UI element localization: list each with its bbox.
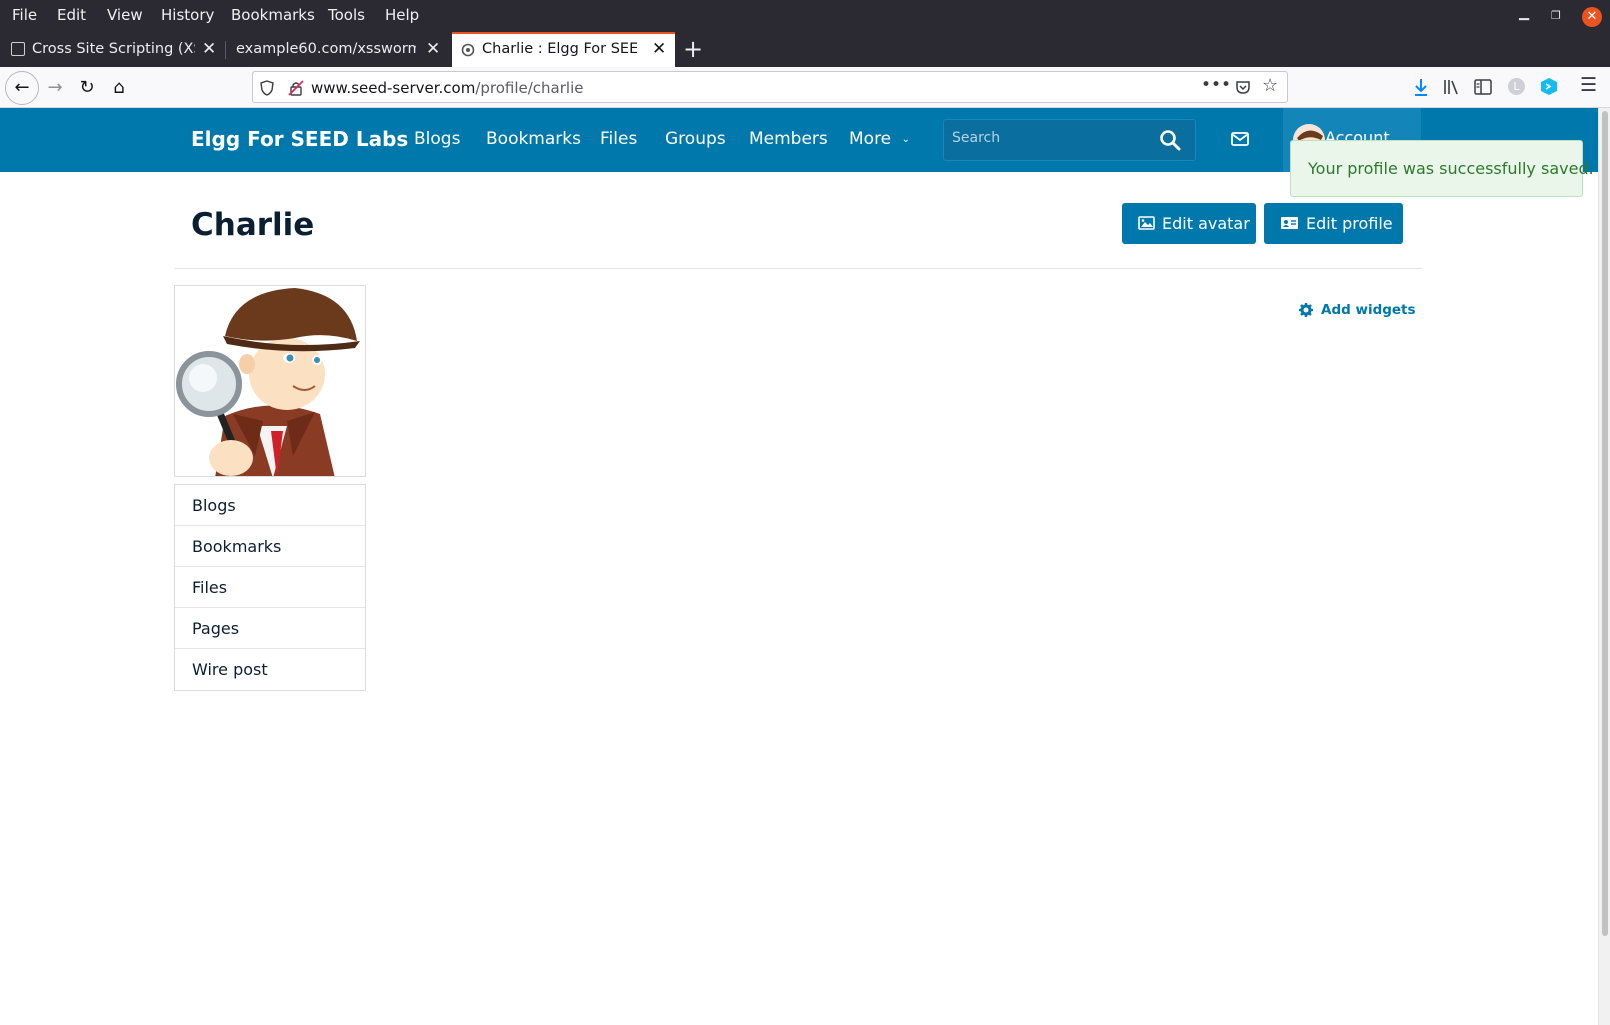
- image-icon: [1138, 216, 1155, 230]
- tab-close-icon[interactable]: ✕: [652, 39, 666, 59]
- insecure-lock-icon[interactable]: [288, 80, 304, 96]
- extension-icon[interactable]: [1540, 77, 1558, 96]
- owner-menu-pages[interactable]: Pages: [175, 608, 365, 649]
- menu-edit[interactable]: Edit: [57, 6, 86, 24]
- sidebar-icon[interactable]: [1474, 79, 1492, 95]
- id-card-icon: [1281, 217, 1298, 229]
- add-widgets-label: Add widgets: [1321, 302, 1416, 318]
- owner-menu-blogs[interactable]: Blogs: [175, 485, 365, 526]
- nav-more-label: More: [849, 129, 892, 149]
- navigation-toolbar: ← → ↻ ⌂ www.seed-server.com/profile/char…: [0, 67, 1610, 108]
- menu-bookmarks[interactable]: Bookmarks: [231, 6, 315, 24]
- search-icon[interactable]: [1159, 129, 1181, 151]
- scrollbar-thumb[interactable]: [1602, 111, 1608, 936]
- shield-icon[interactable]: [260, 80, 274, 96]
- mail-icon[interactable]: [1230, 130, 1250, 148]
- tab-title: Cross Site Scripting (XSS: [32, 41, 195, 57]
- nav-groups[interactable]: Groups: [665, 129, 726, 149]
- restore-icon[interactable]: ❐: [1551, 9, 1561, 29]
- url-text[interactable]: www.seed-server.com/profile/charlie: [311, 79, 583, 97]
- download-icon[interactable]: [1412, 77, 1430, 97]
- menu-file[interactable]: File: [12, 6, 37, 24]
- gear-icon: [1299, 303, 1313, 317]
- toast-message: Your profile was successfully saved.: [1308, 159, 1594, 178]
- owner-menu-bookmarks[interactable]: Bookmarks: [175, 526, 365, 567]
- menu-tools[interactable]: Tools: [328, 6, 365, 24]
- account-icon[interactable]: L: [1508, 78, 1525, 95]
- nav-blogs[interactable]: Blogs: [414, 129, 460, 149]
- nav-members[interactable]: Members: [749, 129, 828, 149]
- site-brand[interactable]: Elgg For SEED Labs: [191, 127, 408, 151]
- edit-profile-button[interactable]: Edit profile: [1264, 203, 1403, 244]
- more-icon[interactable]: •••: [1201, 75, 1231, 95]
- nav-files[interactable]: Files: [600, 129, 637, 149]
- header-divider: [174, 268, 1422, 269]
- forward-icon[interactable]: →: [40, 73, 70, 103]
- tab-close-icon[interactable]: ✕: [426, 39, 440, 59]
- success-toast[interactable]: Your profile was successfully saved.: [1290, 140, 1594, 197]
- search-input[interactable]: [952, 130, 1152, 146]
- tab-charlie-profile[interactable]: Charlie : Elgg For SEED La ✕: [452, 32, 675, 67]
- tab-title: Charlie : Elgg For SEED La: [482, 41, 637, 57]
- menu-help[interactable]: Help: [385, 6, 419, 24]
- owner-menu-wire-post[interactable]: Wire post: [175, 649, 365, 690]
- tab-xssworm[interactable]: example60.com/xssworm.js ✕: [226, 32, 450, 67]
- reload-icon[interactable]: ↻: [72, 73, 102, 103]
- window-close-icon[interactable]: ✕: [1582, 7, 1602, 27]
- owner-menu-files[interactable]: Files: [175, 567, 365, 608]
- page-title: Charlie: [191, 207, 315, 243]
- home-icon[interactable]: ⌂: [104, 73, 134, 103]
- chevron-down-icon: ⌄: [901, 134, 910, 145]
- nav-bookmarks[interactable]: Bookmarks: [486, 129, 581, 149]
- pocket-icon[interactable]: [1235, 80, 1251, 95]
- hamburger-icon[interactable]: ☰: [1580, 74, 1597, 96]
- url-bar[interactable]: www.seed-server.com/profile/charlie ••• …: [252, 71, 1288, 103]
- page-scrollbar[interactable]: [1598, 108, 1610, 1025]
- detective-avatar-image: [175, 286, 365, 476]
- nav-more[interactable]: More ⌄: [849, 129, 910, 149]
- back-icon[interactable]: ←: [5, 71, 39, 105]
- menu-view[interactable]: View: [107, 6, 143, 24]
- profile-avatar[interactable]: [174, 285, 366, 477]
- menu-history[interactable]: History: [161, 6, 214, 24]
- tab-title: example60.com/xssworm.js: [236, 41, 416, 57]
- page-icon: [11, 42, 25, 56]
- search-box: [943, 119, 1196, 161]
- owner-block-menu: Blogs Bookmarks Files Pages Wire post: [174, 484, 366, 691]
- tab-bar: Cross Site Scripting (XSS ✕ example60.co…: [0, 32, 1610, 67]
- new-tab-icon[interactable]: +: [683, 35, 703, 63]
- tab-xss-lab[interactable]: Cross Site Scripting (XSS ✕: [0, 32, 224, 67]
- elgg-favicon-icon: [461, 43, 475, 57]
- minimize-icon[interactable]: ▁: [1519, 6, 1529, 26]
- tab-close-icon[interactable]: ✕: [202, 39, 216, 59]
- edit-profile-label: Edit profile: [1306, 214, 1393, 233]
- edit-avatar-button[interactable]: Edit avatar: [1122, 203, 1256, 244]
- menu-bar: File Edit View History Bookmarks Tools H…: [0, 0, 1610, 32]
- edit-avatar-label: Edit avatar: [1162, 214, 1250, 233]
- library-icon[interactable]: [1442, 78, 1460, 96]
- bookmark-star-icon[interactable]: ☆: [1262, 75, 1278, 96]
